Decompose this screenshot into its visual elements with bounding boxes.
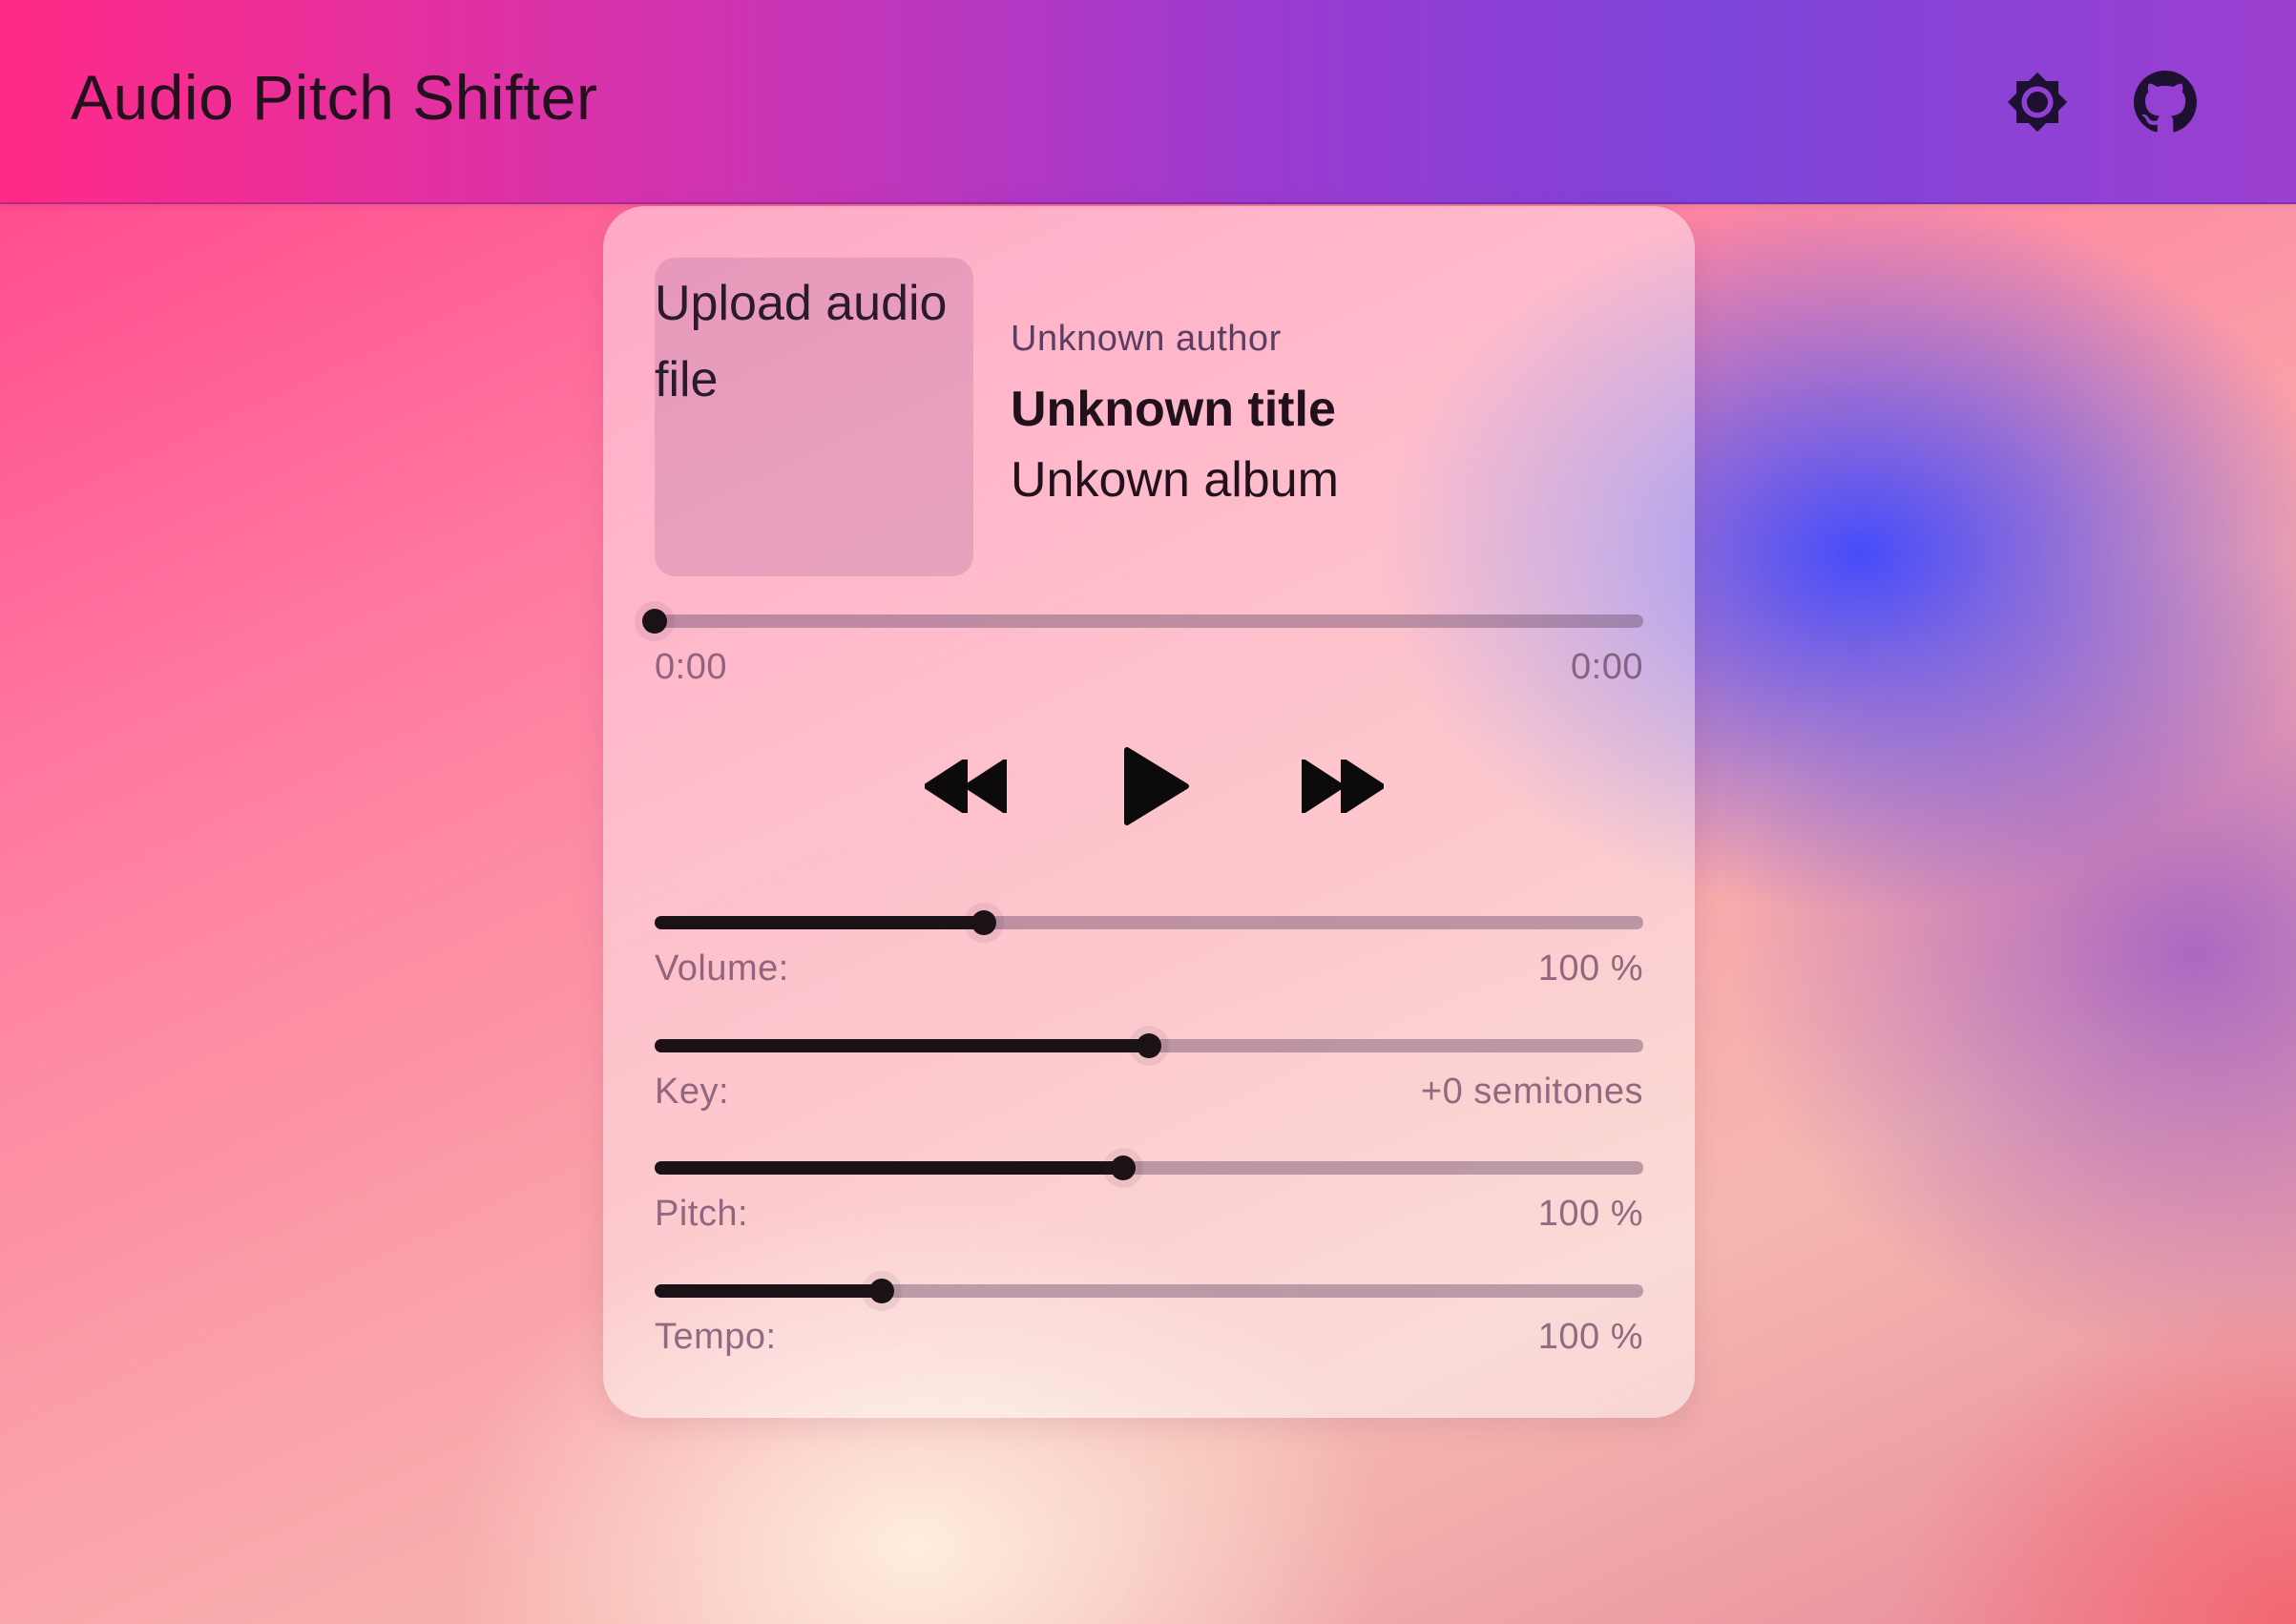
app-title: Audio Pitch Shifter (71, 62, 598, 133)
track-metadata: Unknown author Unknown title Unkown albu… (1011, 319, 1339, 509)
seek-slider[interactable] (642, 609, 1643, 634)
key-slider[interactable] (655, 1033, 1643, 1058)
track-title: Unknown title (1011, 382, 1336, 437)
track-author: Unknown author (1011, 319, 1282, 359)
tempo-label: Tempo: (655, 1317, 777, 1357)
fast-forward-icon (1302, 760, 1384, 813)
volume-fill (655, 916, 984, 929)
app-bar: Audio Pitch Shifter (0, 0, 2296, 204)
volume-thumb[interactable] (971, 910, 996, 935)
track-album: Unkown album (1011, 452, 1339, 508)
brightness-icon (2007, 72, 2068, 133)
pitch-value: 100 % (1537, 1194, 1643, 1234)
pitch-label: Pitch: (655, 1194, 749, 1234)
fast-forward-button[interactable] (1295, 739, 1390, 834)
play-button[interactable] (1109, 729, 1204, 843)
pitch-slider[interactable] (655, 1156, 1643, 1180)
github-link[interactable] (2130, 67, 2201, 137)
duration-time: 0:00 (1571, 647, 1643, 687)
tempo-thumb[interactable] (869, 1279, 895, 1303)
key-value: +0 semitones (1420, 1072, 1643, 1112)
volume-slider[interactable] (655, 910, 1643, 935)
key-thumb[interactable] (1137, 1033, 1161, 1058)
volume-value: 100 % (1537, 948, 1643, 989)
player-card: Upload audio file Unknown author Unknown… (603, 206, 1695, 1418)
key-label: Key: (655, 1072, 730, 1112)
key-fill (655, 1039, 1149, 1052)
tempo-slider[interactable] (655, 1279, 1643, 1303)
upload-audio-button[interactable]: Upload audio file (655, 258, 973, 576)
github-icon (2134, 71, 2197, 133)
current-time: 0:00 (655, 647, 727, 687)
rewind-button[interactable] (918, 739, 1013, 834)
rewind-icon (925, 760, 1007, 813)
brightness-toggle-button[interactable] (2002, 67, 2073, 137)
pitch-fill (655, 1161, 1124, 1175)
tempo-fill (655, 1284, 883, 1298)
play-icon (1124, 747, 1189, 825)
seek-thumb[interactable] (642, 609, 667, 634)
tempo-value: 100 % (1537, 1317, 1643, 1357)
volume-label: Volume: (655, 948, 789, 989)
pitch-thumb[interactable] (1111, 1156, 1137, 1180)
